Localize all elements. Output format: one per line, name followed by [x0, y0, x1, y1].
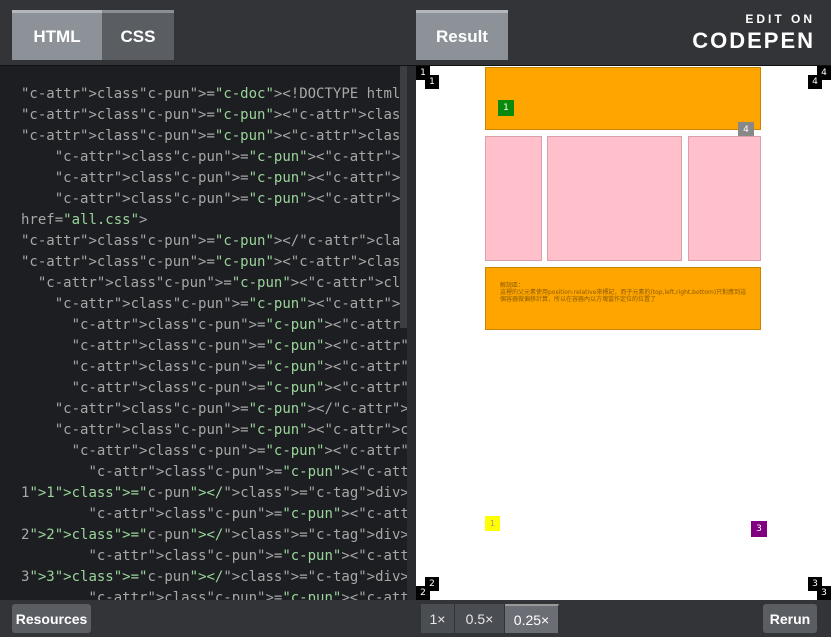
code-line: 2">2">class">="c-pun"></">class">="c-tag… — [21, 527, 407, 543]
result-footer-block: 解說區： 這裡的父元素使用position:relative來標記，而子元素的(… — [485, 267, 761, 330]
editor-tabs: HTML CSS — [12, 10, 174, 60]
content-center-block — [547, 136, 682, 261]
editor-scrollbar[interactable] — [400, 66, 407, 328]
result-header-block: 1 4 — [485, 67, 761, 138]
code-line: "c-attr">class"c-pun">="c-pun"><"c-attr"… — [54, 170, 407, 186]
panel-resize-handle[interactable] — [407, 66, 416, 600]
code-line: "c-attr">class"c-pun">="c-pun"><"c-attr"… — [37, 275, 407, 291]
code-line: "c-attr">class"c-pun">="c-pun"><"c-attr"… — [21, 128, 407, 144]
corner-bottom-right-inner: 3 — [808, 577, 822, 591]
code-line: "c-attr">class"c-pun">="c-pun"></"c-attr… — [21, 233, 407, 249]
code-line: 1">1">class">="c-pun"></">class">="c-tag… — [21, 485, 407, 501]
code-text[interactable]: "c-attr">class"c-pun">="c-doc"><!DOCTYPE… — [21, 84, 407, 600]
code-line: "c-attr">class"c-pun">="c-pun"><"c-attr"… — [54, 422, 407, 438]
codepen-embed: HTML CSS Result EDIT ON CODEPEN "c-attr"… — [0, 0, 831, 637]
corner-bottom-left-inner: 2 — [425, 577, 439, 591]
code-line: "c-attr">class"c-pun">="c-pun"><"c-attr"… — [88, 590, 407, 600]
code-line: "c-attr">class"c-pun">="c-pun"><"c-attr"… — [71, 359, 407, 375]
logo-line-1: EDIT ON — [745, 12, 815, 26]
tab-result[interactable]: Result — [416, 10, 508, 60]
content-right-block — [688, 136, 761, 261]
code-line: "c-attr">class"c-pun">="c-pun"><"c-attr"… — [88, 464, 407, 480]
top-bar: HTML CSS Result EDIT ON CODEPEN — [0, 0, 831, 66]
html-editor[interactable]: "c-attr">class"c-pun">="c-doc"><!DOCTYPE… — [0, 66, 407, 600]
zoom-controls: 1× 0.5× 0.25× — [421, 604, 559, 633]
code-line: "c-attr">class"c-pun">="c-doc"><!DOCTYPE… — [21, 86, 407, 102]
code-line: "c-attr">class"c-pun">="c-pun"><"c-attr"… — [88, 548, 407, 564]
code-line: "c-attr">class"c-pun">="c-pun"><"c-attr"… — [54, 296, 407, 312]
code-line: "c-attr">class"c-pun">="c-pun"><"c-attr"… — [21, 107, 407, 123]
bottom-bar: Resources 1× 0.5× 0.25× Rerun — [0, 600, 831, 637]
rerun-button[interactable]: Rerun — [763, 604, 817, 633]
code-line: 3">3">class">="c-pun"></">class">="c-tag… — [21, 569, 407, 585]
code-line: "c-attr">class"c-pun">="c-pun"><"c-attr"… — [88, 506, 407, 522]
purple-square: 3 — [751, 521, 767, 537]
yellow-square: 1 — [485, 516, 500, 531]
code-line: "c-attr">class"c-pun">="c-pun"><"c-attr"… — [54, 149, 407, 165]
zoom-0-5x-button[interactable]: 0.5× — [455, 604, 505, 633]
zoom-0-25x-button[interactable]: 0.25× — [505, 604, 559, 633]
corner-top-left-inner: 1 — [425, 75, 439, 89]
edit-on-codepen-link[interactable]: EDIT ON CODEPEN — [692, 12, 815, 54]
code-line: "c-attr">class"c-pun">="c-pun"><"c-attr"… — [71, 380, 407, 396]
content-left-block — [485, 136, 542, 261]
tab-css[interactable]: CSS — [102, 10, 174, 60]
footer-explanation-text: 解說區： 這裡的父元素使用position:relative來標記，而子元素的(… — [500, 282, 747, 303]
header-square-1: 1 — [498, 100, 514, 116]
result-preview: 1 1 4 4 1 4 解說區： 這裡的父元素使用position:relati… — [416, 66, 831, 600]
code-line: "c-attr">class"c-pun">="c-pun"><"c-attr"… — [54, 191, 407, 207]
code-line: "c-attr">class"c-pun">="c-pun"><"c-attr"… — [71, 317, 407, 333]
code-line: href="all.css"> — [21, 212, 148, 228]
resources-button[interactable]: Resources — [12, 604, 91, 633]
corner-top-right-inner: 4 — [808, 75, 822, 89]
code-line: "c-attr">class"c-pun">="c-pun"><"c-attr"… — [21, 254, 407, 270]
zoom-1x-button[interactable]: 1× — [421, 604, 455, 633]
code-line: "c-attr">class"c-pun">="c-pun"><"c-attr"… — [71, 443, 407, 459]
code-line: "c-attr">class"c-pun">="c-pun"></"c-attr… — [54, 401, 407, 417]
code-line: "c-attr">class"c-pun">="c-pun"><"c-attr"… — [71, 338, 407, 354]
tab-html[interactable]: HTML — [12, 10, 102, 60]
logo-line-2: CODEPEN — [692, 28, 815, 53]
